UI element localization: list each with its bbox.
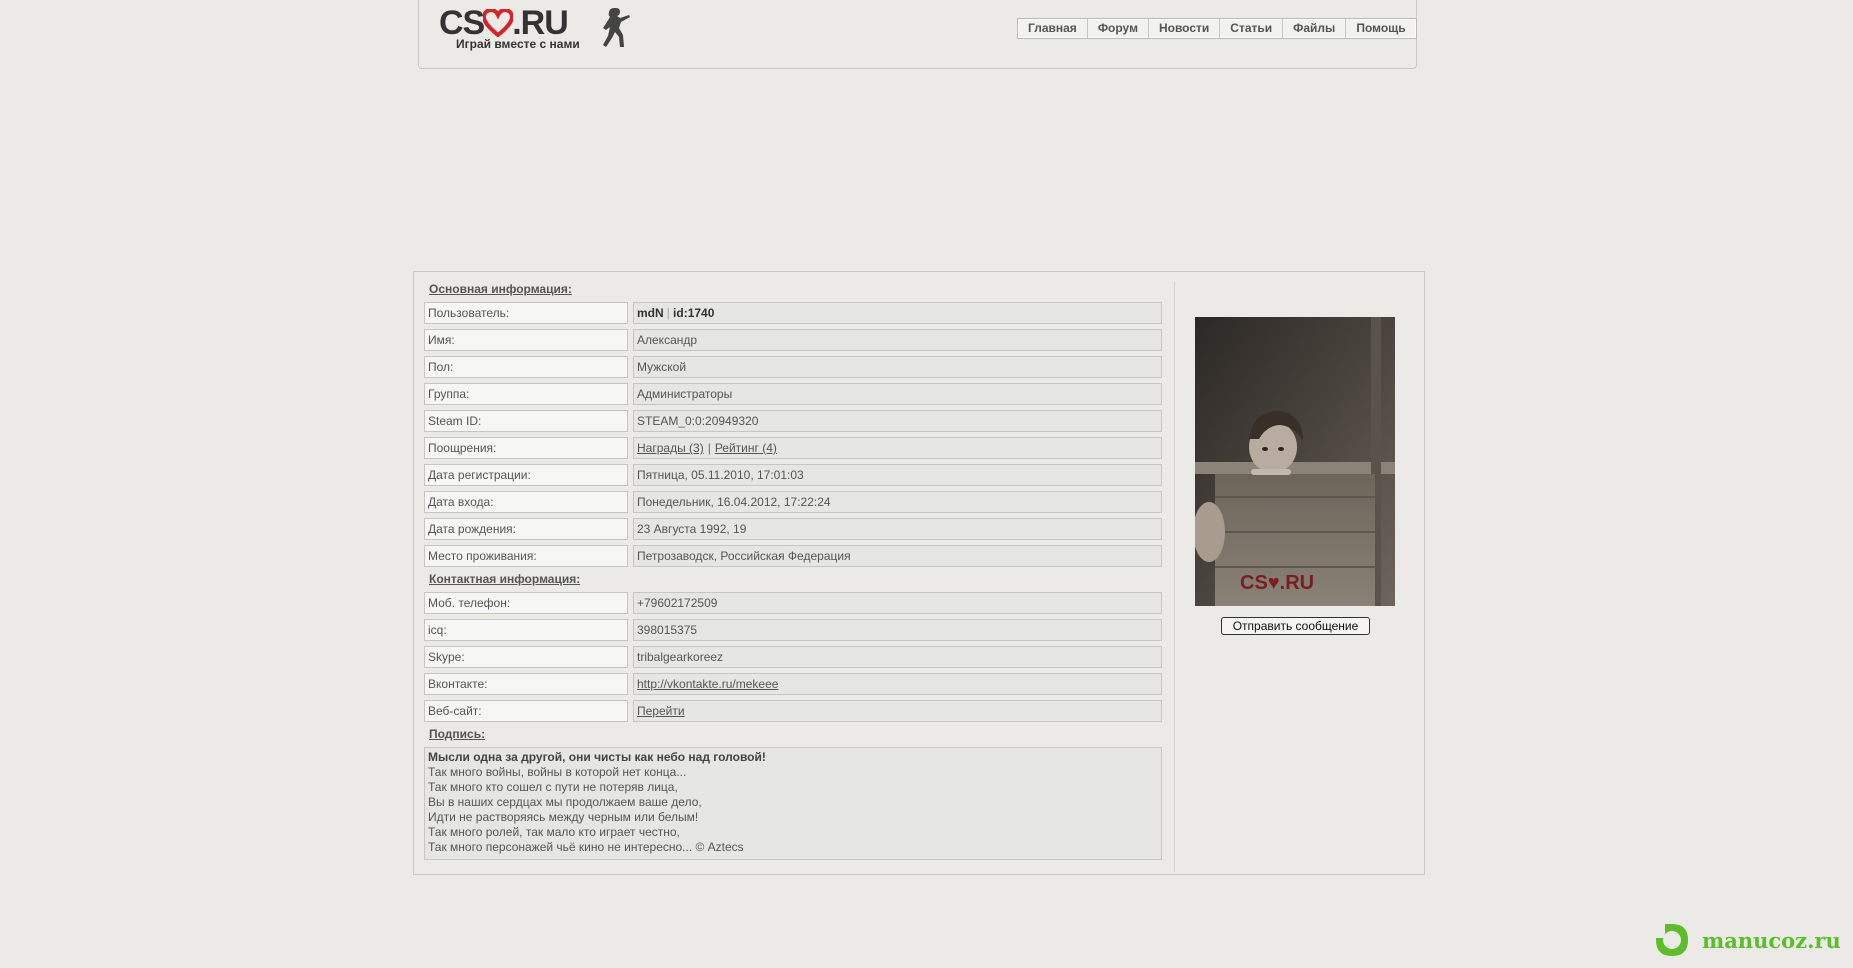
avatar-image: CS♥.RU xyxy=(1195,317,1395,606)
row-value: Петрозаводск, Российская Федерация xyxy=(633,545,1162,567)
row-label: Место проживания: xyxy=(424,545,628,567)
column-divider xyxy=(1174,282,1175,872)
row-label: Дата регистрации: xyxy=(424,464,628,486)
row-label: Дата рождения: xyxy=(424,518,628,540)
row-value: 398015375 xyxy=(633,619,1162,641)
row-label: Веб-сайт: xyxy=(424,700,628,722)
section-main-info: Основная информация: xyxy=(429,282,572,296)
nav-help[interactable]: Помощь xyxy=(1345,19,1415,38)
row-label: Вконтакте: xyxy=(424,673,628,695)
row-value: Пятница, 05.11.2010, 17:01:03 xyxy=(633,464,1162,486)
signature-line: Так много войны, войны в которой нет кон… xyxy=(428,765,687,779)
heart-icon xyxy=(482,7,515,38)
signature-line: Так много персонажей чьё кино не интерес… xyxy=(428,840,744,854)
avatar-watermark: CS♥.RU xyxy=(1240,572,1314,594)
row-value: mdN | id:1740 xyxy=(633,302,1162,324)
rating-link[interactable]: Рейтинг (4) xyxy=(715,441,777,455)
row-label: Skype: xyxy=(424,646,628,668)
signature-line: Так много кто сошел с пути не потеряв ли… xyxy=(428,780,678,794)
row-label: Поощрения: xyxy=(424,437,628,459)
nav-forum[interactable]: Форум xyxy=(1086,19,1148,38)
section-contact-info: Контактная информация: xyxy=(429,572,581,586)
manucoz-logo-icon xyxy=(1656,924,1688,956)
profile-panel: Основная информация: Пользователь: mdN | i… xyxy=(413,271,1425,875)
vkontakte-link[interactable]: http://vkontakte.ru/mekeee xyxy=(637,677,778,691)
row-label: Пол: xyxy=(424,356,628,378)
rewards-separator: | xyxy=(707,441,711,455)
row-label: Группа: xyxy=(424,383,628,405)
row-label: Steam ID: xyxy=(424,410,628,432)
row-value: Мужской xyxy=(633,356,1162,378)
row-value: 23 Августа 1992, 19 xyxy=(633,518,1162,540)
row-label: Имя: xyxy=(424,329,628,351)
row-label: Пользователь: xyxy=(424,302,628,324)
user-avatar: CS♥.RU xyxy=(1195,317,1395,606)
signature-line: Вы в наших сердцах мы продолжаем ваше де… xyxy=(428,795,702,809)
site-logo[interactable]: CS .RU Играй вместе с нами xyxy=(439,5,639,55)
logo-subtitle: Играй вместе с нами xyxy=(456,37,580,51)
row-label: icq: xyxy=(424,619,628,641)
row-value: Понедельник, 16.04.2012, 17:22:24 xyxy=(633,491,1162,513)
row-value: Александр xyxy=(633,329,1162,351)
signature-line: Идти не растворяясь между черным или бел… xyxy=(428,810,699,824)
site-header: CS .RU Играй вместе с нами Главная Форум … xyxy=(418,0,1417,69)
manucoz-watermark: manucoz.ru xyxy=(1652,920,1852,960)
signature-line: Так много ролей, так мало кто играет чес… xyxy=(428,825,680,839)
logo-title: CS .RU xyxy=(439,4,569,42)
signature-line: Мысли одна за другой, они чисты как небо… xyxy=(428,750,766,764)
website-link[interactable]: Перейти xyxy=(637,704,685,718)
row-value: STEAM_0:0:20949320 xyxy=(633,410,1162,432)
row-label: Дата входа: xyxy=(424,491,628,513)
nav-files[interactable]: Файлы xyxy=(1282,19,1345,38)
row-value: Награды (3) | Рейтинг (4) xyxy=(633,437,1162,459)
awards-link[interactable]: Награды (3) xyxy=(637,441,704,455)
nav-articles[interactable]: Статьи xyxy=(1219,19,1282,38)
row-value: +79602172509 xyxy=(633,592,1162,614)
watermark-text: manucoz.ru xyxy=(1702,928,1841,953)
row-value: http://vkontakte.ru/mekeee xyxy=(633,673,1162,695)
section-signature: Подпись: xyxy=(429,727,486,741)
row-value: tribalgearkoreez xyxy=(633,646,1162,668)
row-value: Перейти xyxy=(633,700,1162,722)
nav-news[interactable]: Новости xyxy=(1147,19,1219,38)
row-label: Моб. телефон: xyxy=(424,592,628,614)
signature-box: Мысли одна за другой, они чисты как небо… xyxy=(424,747,1162,860)
main-nav: Главная Форум Новости Статьи Файлы Помощ… xyxy=(1017,18,1417,39)
username[interactable]: mdN xyxy=(637,306,664,320)
send-message-button[interactable]: Отправить сообщение xyxy=(1221,617,1370,635)
user-id: id:1740 xyxy=(673,306,715,320)
soldier-icon xyxy=(603,8,630,47)
row-value: Администраторы xyxy=(633,383,1162,405)
nav-home[interactable]: Главная xyxy=(1018,19,1087,38)
